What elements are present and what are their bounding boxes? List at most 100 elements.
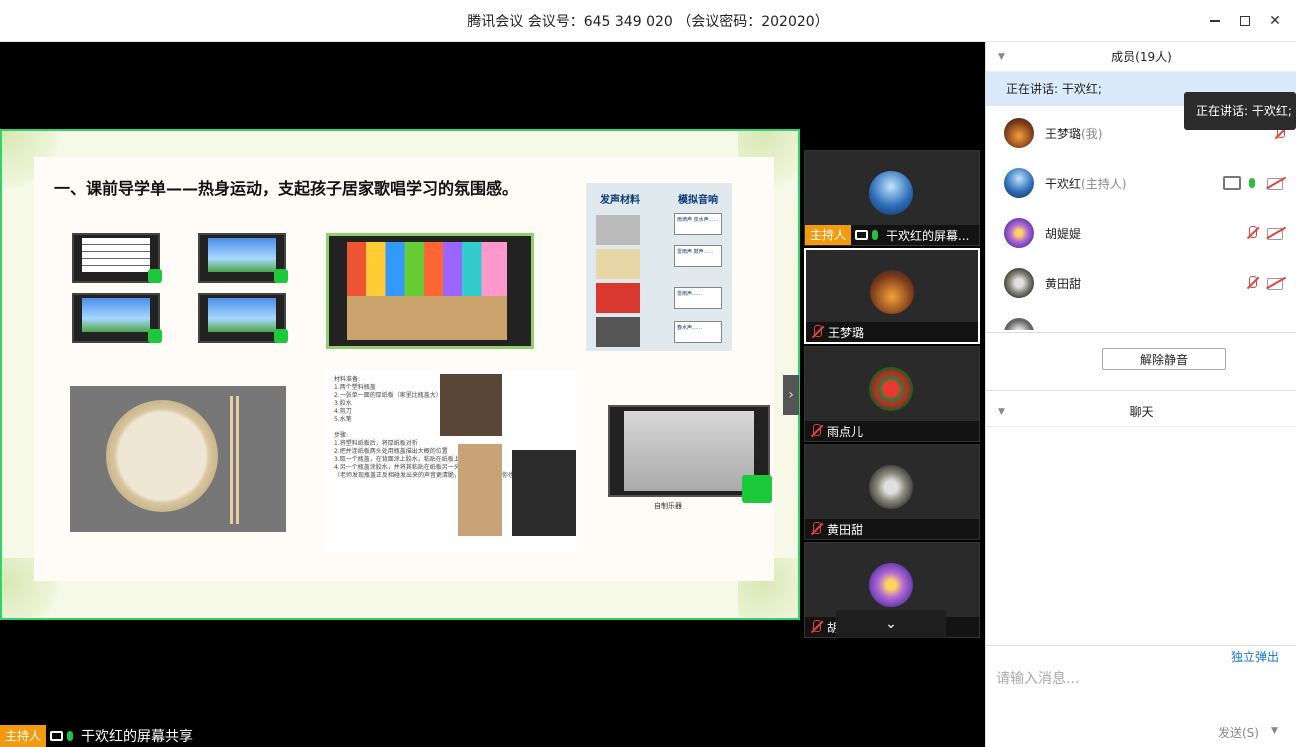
video-thumbnail [72,233,162,283]
mic-muted-icon [809,620,823,634]
speaking-tooltip: 正在讲话: 干欢红; [1184,92,1296,130]
member-name: 胡媞媞 [1045,226,1082,241]
mic-icon [872,230,879,240]
avatar [869,563,913,607]
members-header[interactable]: ▼ 成员(19人) [986,42,1296,72]
mic-muted-icon [810,325,824,339]
mic-muted-icon [809,522,823,536]
chevron-down-icon: ▼ [998,406,1005,417]
materials-table: 发声材料 模拟音响 雨滴声 泉水声…… 雷雨声 鼓声…… 雷雨声…… 春水声…… [586,183,732,351]
wechat-icon [274,329,288,343]
avatar [1004,318,1034,330]
tile-name: 王梦璐 [828,325,865,340]
video-thumbnail [72,293,162,343]
avatar [1004,218,1034,248]
chat-title: 聊天 [1129,405,1154,419]
meeting-title: 腾讯会议 会议号：645 349 020 （会议密码：202020） [467,13,829,30]
video-tile[interactable]: 王梦璐 [804,248,980,344]
member-name: 王梦璐 [1045,126,1082,141]
chevron-down-icon: ▼ [998,51,1005,62]
camera-off-icon[interactable] [1267,276,1287,290]
screen-share-icon [1223,176,1241,190]
instrument-video [608,405,772,503]
member-name: 黄田甜 [1045,276,1082,291]
sound-tag: 春水声…… [674,321,722,343]
chevron-down-icon[interactable]: ▼ [1271,726,1278,736]
host-badge: 主持人 [0,725,47,747]
member-role: (主持人) [1081,176,1127,191]
minimize-icon[interactable] [1200,6,1230,36]
close-icon[interactable]: ✕ [1260,6,1290,36]
video-tile[interactable]: 雨点儿 [804,346,980,442]
shared-slide: 一、课前导学单——热身运动，支起孩子居家歌唱学习的氛围感。 发声材料 模拟音响 … [0,129,800,620]
member-name: 干欢红 [1045,176,1082,191]
material-header: 发声材料 [600,195,640,206]
wechat-icon [742,475,772,503]
chevron-down-icon: ⌄ [885,616,897,632]
member-row[interactable]: 黄田甜 [986,258,1296,308]
video-tiles: 主持人干欢红的屏幕... 王梦璐 雨点儿 黄田甜 胡媞媞 [804,150,980,640]
wechat-icon [148,329,162,343]
bowl-photo [70,386,286,532]
instrument-photo [512,450,576,536]
sound-tag: 雷雨声 鼓声…… [674,245,722,267]
tile-name: 雨点儿 [827,424,864,439]
material-photo [596,215,640,245]
unmute-all-button[interactable]: 解除静音 [1102,348,1226,370]
divider [986,390,1296,391]
title-bar: 腾讯会议 会议号：645 349 020 （会议密码：202020） ✕ [0,0,1296,42]
camera-off-icon[interactable] [1267,226,1287,240]
material-photo [596,249,640,279]
host-badge: 主持人 [805,225,852,245]
camera-off-icon[interactable] [1267,176,1287,190]
sharer-name: 干欢红的屏幕共享 [81,729,194,745]
chat-input[interactable]: 请输入消息... [996,668,1079,688]
material-photo [596,283,640,313]
member-row[interactable]: 干欢红(主持人) [986,158,1296,208]
side-panel: ▼ 成员(19人) 正在讲话: 干欢红; 王梦璐(我) 干欢红(主持人) 胡媞媞… [985,42,1296,747]
collapse-tiles-button[interactable]: ⌄ [836,610,946,638]
member-row[interactable] [986,308,1296,330]
maximize-icon[interactable] [1230,6,1260,36]
instrument-photo [458,444,502,536]
mic-muted-icon [809,424,823,438]
sound-tag: 雨滴声 泉水声…… [674,213,722,235]
students-photo [326,233,534,349]
video-caption: 自制乐器 [654,502,682,510]
screen-share-icon [50,731,64,741]
next-page-button[interactable]: › [783,375,799,415]
divider [986,645,1296,646]
member-role: (我) [1081,126,1103,141]
popout-chat-link[interactable]: 独立弹出 [1231,648,1279,665]
slide-content: 一、课前导学单——热身运动，支起孩子居家歌唱学习的氛围感。 发声材料 模拟音响 … [34,157,774,581]
video-tile[interactable]: 黄田甜 [804,444,980,540]
sharer-label: 主持人 干欢红的屏幕共享 [0,725,193,747]
screen-share-icon [855,230,869,240]
material-photo [596,317,640,347]
members-title: 成员(19人) [1111,50,1172,64]
divider [986,332,1296,333]
mic-muted-icon[interactable] [1245,276,1259,290]
tile-name: 黄田甜 [827,522,864,537]
wechat-icon [274,269,288,283]
avatar [869,465,913,509]
avatar [1004,168,1034,198]
avatar [1004,268,1034,298]
mic-muted-icon[interactable] [1245,226,1259,240]
mic-icon[interactable] [1249,178,1255,188]
avatar [869,171,913,215]
instrument-photo [440,374,502,436]
window-controls: ✕ [1200,0,1290,42]
video-thumbnail [198,233,288,283]
slide-title: 一、课前导学单——热身运动，支起孩子居家歌唱学习的氛围感。 [54,179,519,198]
avatar [870,270,914,314]
avatar [1004,118,1034,148]
avatar [869,367,913,411]
member-row[interactable]: 胡媞媞 [986,208,1296,258]
video-tile[interactable]: 主持人 干欢红的屏幕... [804,150,980,246]
sound-tag: 雷雨声…… [674,287,722,309]
mic-icon [67,731,74,741]
send-button[interactable]: 发送(S) [1218,724,1259,741]
chat-header[interactable]: ▼ 聊天 [986,397,1296,427]
video-thumbnail [198,293,288,343]
